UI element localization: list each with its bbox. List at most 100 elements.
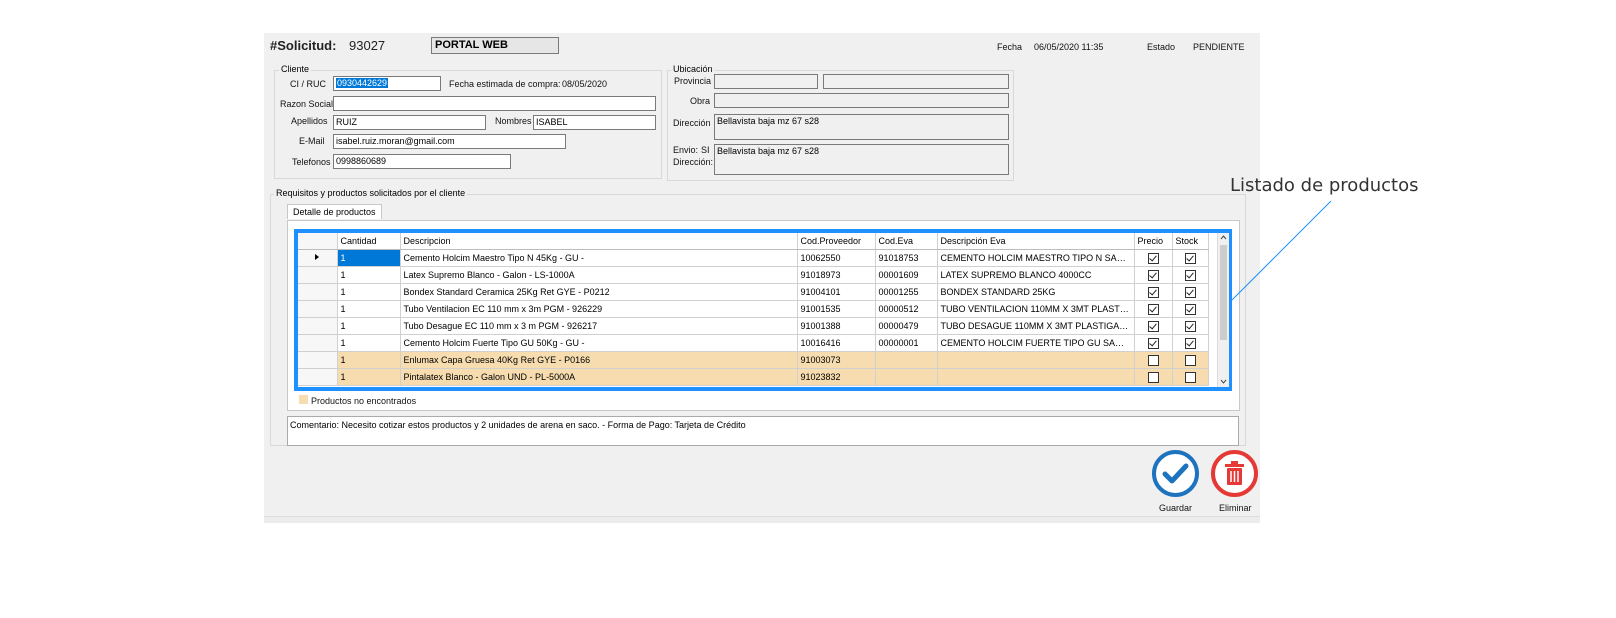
column-header[interactable]: Cod.Eva: [875, 233, 938, 250]
cell-cod-prov[interactable]: 91003073: [797, 351, 876, 369]
stock-checkbox[interactable]: [1184, 337, 1196, 349]
cell-cod-prov[interactable]: 91001535: [797, 300, 876, 318]
precio-checkbox[interactable]: [1147, 337, 1159, 349]
column-header[interactable]: Descripción Eva: [937, 233, 1135, 250]
cell-desc-eva[interactable]: [937, 351, 1135, 369]
cell-cod-prov[interactable]: 91018973: [797, 266, 876, 284]
cell-desc-eva[interactable]: TUBO DESAGUE 110MM X 3MT PLASTIGAMA: [937, 317, 1135, 335]
row-header[interactable]: [298, 249, 338, 267]
cell-desc-eva[interactable]: TUBO VENTILACION 110MM X 3MT PLASTIGAMA: [937, 300, 1135, 318]
cell-cod-eva[interactable]: [875, 351, 938, 369]
cell-cantidad[interactable]: 1: [337, 300, 401, 318]
cell-precio[interactable]: [1134, 249, 1173, 267]
direccion-input[interactable]: Bellavista baja mz 67 s28: [714, 114, 1009, 140]
cell-precio[interactable]: [1134, 266, 1173, 284]
precio-checkbox[interactable]: [1147, 303, 1159, 315]
cell-cod-prov[interactable]: 91023832: [797, 368, 876, 386]
razon-social-input[interactable]: [333, 96, 656, 111]
cell-stock[interactable]: [1172, 334, 1209, 352]
row-header[interactable]: [298, 300, 338, 318]
stock-checkbox[interactable]: [1184, 303, 1196, 315]
apellidos-input[interactable]: RUIZ: [333, 115, 486, 130]
stock-checkbox[interactable]: [1184, 371, 1196, 383]
stock-checkbox[interactable]: [1184, 269, 1196, 281]
precio-checkbox[interactable]: [1147, 252, 1159, 264]
row-header[interactable]: [298, 266, 338, 284]
row-header[interactable]: [298, 283, 338, 301]
cell-stock[interactable]: [1172, 266, 1209, 284]
cell-cantidad[interactable]: 1: [337, 334, 401, 352]
cell-descripcion[interactable]: Bondex Standard Ceramica 25Kg Ret GYE - …: [400, 283, 798, 301]
row-header[interactable]: [298, 351, 338, 369]
eliminar-button[interactable]: [1211, 450, 1258, 497]
cell-cod-eva[interactable]: 91018753: [875, 249, 938, 267]
cell-cantidad[interactable]: 1: [337, 351, 401, 369]
tab-detalle-productos[interactable]: Detalle de productos: [287, 204, 382, 219]
cell-cod-eva[interactable]: 00001609: [875, 266, 938, 284]
cell-cantidad[interactable]: 1: [337, 368, 401, 386]
cell-cod-prov[interactable]: 10016416: [797, 334, 876, 352]
stock-checkbox[interactable]: [1184, 286, 1196, 298]
cell-desc-eva[interactable]: LATEX SUPREMO BLANCO 4000CC: [937, 266, 1135, 284]
cell-descripcion[interactable]: Cemento Holcim Maestro Tipo N 45Kg - GU …: [400, 249, 798, 267]
cell-stock[interactable]: [1172, 368, 1209, 386]
stock-checkbox[interactable]: [1184, 252, 1196, 264]
table-row[interactable]: 1 Latex Supremo Blanco - Galon - LS-1000A…: [298, 266, 1209, 284]
cell-descripcion[interactable]: Tubo Desague EC 110 mm x 3 m PGM - 92621…: [400, 317, 798, 335]
comentario-textarea[interactable]: Comentario: Necesito cotizar estos produ…: [287, 416, 1239, 446]
precio-checkbox[interactable]: [1147, 269, 1159, 281]
cell-desc-eva[interactable]: BONDEX STANDARD 25KG: [937, 283, 1135, 301]
envio-direccion-input[interactable]: Bellavista baja mz 67 s28: [714, 144, 1009, 175]
cell-stock[interactable]: [1172, 300, 1209, 318]
table-row[interactable]: 1 Pintalatex Blanco - Galon UND - PL-5000…: [298, 368, 1209, 386]
ci-ruc-input[interactable]: 0930442629: [333, 76, 441, 91]
table-row[interactable]: 1 Tubo Desague EC 110 mm x 3 m PGM - 9262…: [298, 317, 1209, 335]
table-row[interactable]: 1 Tubo Ventilacion EC 110 mm x 3m PGM - 9…: [298, 300, 1209, 318]
cell-cod-eva[interactable]: 00000512: [875, 300, 938, 318]
cell-cantidad[interactable]: 1: [337, 317, 401, 335]
precio-checkbox[interactable]: [1147, 354, 1159, 366]
cell-cod-prov[interactable]: 10062550: [797, 249, 876, 267]
productos-grid[interactable]: Cantidad Descripcion Cod.Proveedor Cod.E…: [294, 229, 1232, 391]
cell-precio[interactable]: [1134, 351, 1173, 369]
row-header[interactable]: [298, 334, 338, 352]
column-header[interactable]: Cantidad: [337, 233, 401, 250]
precio-checkbox[interactable]: [1147, 371, 1159, 383]
cell-precio[interactable]: [1134, 334, 1173, 352]
cell-precio[interactable]: [1134, 317, 1173, 335]
cell-descripcion[interactable]: Tubo Ventilacion EC 110 mm x 3m PGM - 92…: [400, 300, 798, 318]
telefonos-input[interactable]: 0998860689: [333, 154, 511, 169]
cell-desc-eva[interactable]: [937, 368, 1135, 386]
cell-cod-eva[interactable]: 00000001: [875, 334, 938, 352]
cell-precio[interactable]: [1134, 283, 1173, 301]
cell-cod-prov[interactable]: 91001388: [797, 317, 876, 335]
precio-checkbox[interactable]: [1147, 286, 1159, 298]
cell-descripcion[interactable]: Latex Supremo Blanco - Galon - LS-1000A: [400, 266, 798, 284]
cell-descripcion[interactable]: Enlumax Capa Gruesa 40Kg Ret GYE - P0166: [400, 351, 798, 369]
nombres-input[interactable]: ISABEL: [533, 115, 656, 130]
table-row[interactable]: 1 Bondex Standard Ceramica 25Kg Ret GYE -…: [298, 283, 1209, 301]
stock-checkbox[interactable]: [1184, 354, 1196, 366]
cell-cod-prov[interactable]: 91004101: [797, 283, 876, 301]
cell-descripcion[interactable]: Pintalatex Blanco - Galon UND - PL-5000A: [400, 368, 798, 386]
provincia-input[interactable]: [714, 74, 818, 89]
guardar-button[interactable]: [1152, 450, 1199, 497]
cell-stock[interactable]: [1172, 317, 1209, 335]
cell-cod-eva[interactable]: [875, 368, 938, 386]
row-header[interactable]: [298, 368, 338, 386]
cell-cod-eva[interactable]: 00001255: [875, 283, 938, 301]
cell-cantidad[interactable]: 1: [337, 249, 401, 267]
table-row[interactable]: 1 Cemento Holcim Fuerte Tipo GU 50Kg - GU…: [298, 334, 1209, 352]
cell-cantidad[interactable]: 1: [337, 283, 401, 301]
cell-cod-eva[interactable]: 00000479: [875, 317, 938, 335]
cell-cantidad[interactable]: 1: [337, 266, 401, 284]
cell-precio[interactable]: [1134, 300, 1173, 318]
column-header[interactable]: Stock: [1172, 233, 1209, 250]
obra-input[interactable]: [714, 93, 1009, 108]
stock-checkbox[interactable]: [1184, 320, 1196, 332]
cell-stock[interactable]: [1172, 283, 1209, 301]
cell-desc-eva[interactable]: CEMENTO HOLCIM MAESTRO TIPO N SACO 45KG: [937, 249, 1135, 267]
column-header[interactable]: Cod.Proveedor: [797, 233, 876, 250]
table-row[interactable]: 1 Cemento Holcim Maestro Tipo N 45Kg - GU…: [298, 249, 1209, 267]
cell-precio[interactable]: [1134, 368, 1173, 386]
